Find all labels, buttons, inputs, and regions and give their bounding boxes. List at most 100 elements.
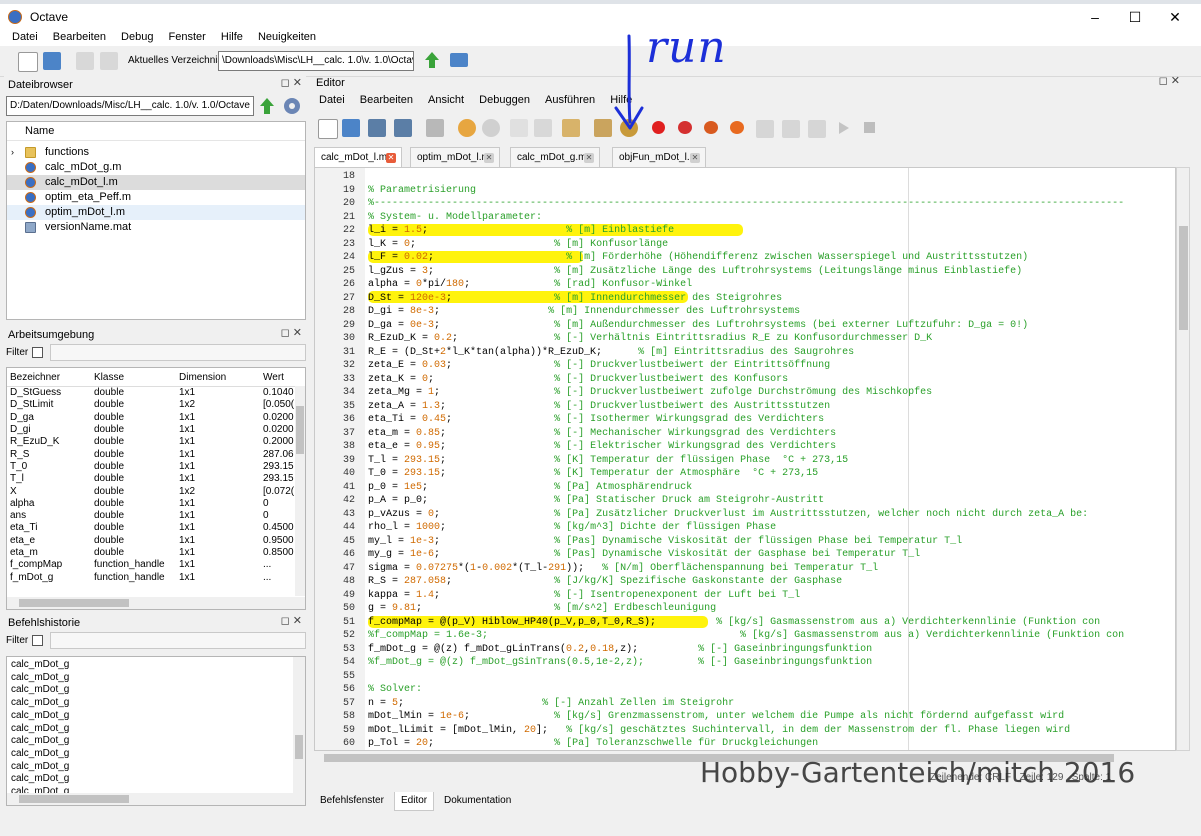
save-as-icon[interactable] <box>394 119 412 137</box>
workspace-row[interactable]: eta_m double 1x1 0.8500 <box>7 547 305 559</box>
open-folder-icon[interactable] <box>43 52 61 70</box>
workspace-row[interactable]: f_mDot_g function_handle 1x1... <box>7 571 305 583</box>
history-item[interactable]: calc_mDot_g <box>7 659 305 672</box>
workspace-row[interactable]: D_StLimit double 1x2 [0.050( <box>7 399 305 411</box>
file-column-header[interactable]: Name <box>7 122 305 141</box>
workspace-hscrollbar[interactable] <box>7 597 305 609</box>
file-item[interactable]: versionName.mat <box>7 220 305 235</box>
file-item[interactable]: › functions <box>7 145 305 160</box>
tab-calc-mdot-g[interactable]: calc_mDot_g.m ✕ <box>510 147 600 167</box>
file-item[interactable]: calc_mDot_l.m <box>7 175 305 190</box>
dock-controls[interactable]: ◻ ✕ <box>281 76 302 89</box>
tab-dokumentation[interactable]: Dokumentation <box>438 792 517 810</box>
history-item[interactable]: calc_mDot_g <box>7 723 305 736</box>
scroll-thumb[interactable] <box>1179 226 1188 330</box>
workspace-row[interactable]: T_0 double 1x1 293.15 <box>7 461 305 473</box>
close-tab-icon[interactable]: ✕ <box>690 153 700 163</box>
history-vscrollbar[interactable] <box>293 657 305 793</box>
paste-icon[interactable] <box>562 119 580 137</box>
editor-menu-bearbeiten[interactable]: Bearbeiten <box>360 91 413 109</box>
history-item[interactable]: calc_mDot_g <box>7 761 305 774</box>
up-arrow-icon[interactable] <box>424 51 440 69</box>
tab-editor[interactable]: Editor <box>394 792 435 811</box>
workspace-row[interactable]: alpha double 1x1 0 <box>7 498 305 510</box>
col-header[interactable]: Dimension <box>176 368 260 387</box>
chevron-right-icon[interactable]: › <box>11 145 14 160</box>
scroll-thumb[interactable] <box>295 735 303 759</box>
tab-befehlsfenster[interactable]: Befehlsfenster <box>314 792 390 810</box>
workspace-row[interactable]: Xdouble 1x2 [0.072( <box>7 485 305 497</box>
menu-datei[interactable]: Datei <box>12 28 38 46</box>
workspace-row[interactable]: R_S double 1x1 287.06 <box>7 448 305 460</box>
edit-icon[interactable] <box>594 119 612 137</box>
file-item[interactable]: calc_mDot_g.m <box>7 160 305 175</box>
history-item[interactable]: calc_mDot_g <box>7 735 305 748</box>
maximize-icon[interactable]: ☐ <box>1115 8 1155 26</box>
editor-menu-debuggen[interactable]: Debuggen <box>479 91 530 109</box>
workspace-row[interactable]: f_compMap function_handle 1x1... <box>7 559 305 571</box>
close-icon[interactable]: ✕ <box>1155 8 1195 26</box>
open-file-icon[interactable] <box>342 119 360 137</box>
close-tab-icon[interactable]: ✕ <box>386 153 396 163</box>
browse-folder-icon[interactable] <box>450 53 468 67</box>
col-header[interactable]: Wert <box>260 368 305 387</box>
workspace-row[interactable]: D_ga double 1x1 0.0200 <box>7 412 305 424</box>
print-icon[interactable] <box>426 119 444 137</box>
new-file-icon[interactable] <box>18 52 38 72</box>
history-filter-input[interactable] <box>50 632 306 649</box>
workspace-filter-checkbox[interactable] <box>32 347 43 358</box>
history-filter-checkbox[interactable] <box>32 635 43 646</box>
cwd-input[interactable]: \Downloads\Misc\LH__calc. 1.0\v. 1.0\Oct… <box>218 51 414 71</box>
history-item[interactable]: calc_mDot_g <box>7 672 305 685</box>
file-item[interactable]: optim_eta_Peff.m <box>7 190 305 205</box>
tab-calc-mdot-l[interactable]: calc_mDot_l.m ✕ <box>314 147 402 168</box>
history-item[interactable]: calc_mDot_g <box>7 697 305 710</box>
editor-vscrollbar[interactable] <box>1176 167 1190 751</box>
file-browser-path-input[interactable]: D:/Daten/Downloads/Misc/LH__calc. 1.0/v.… <box>6 96 254 116</box>
dock-controls[interactable]: ◻ ✕ <box>1159 74 1180 87</box>
undo-icon[interactable] <box>458 119 476 137</box>
new-file-icon[interactable] <box>318 119 338 139</box>
close-tab-icon[interactable]: ✕ <box>584 153 594 163</box>
workspace-row[interactable]: D_gi double 1x1 0.0200 <box>7 424 305 436</box>
dock-controls[interactable]: ◻ ✕ <box>281 614 302 627</box>
dock-controls[interactable]: ◻ ✕ <box>281 326 302 339</box>
editor-menu-ausfuehren[interactable]: Ausführen <box>545 91 595 109</box>
history-item[interactable]: calc_mDot_g <box>7 710 305 723</box>
history-item[interactable]: calc_mDot_g <box>7 684 305 697</box>
col-header[interactable]: Klasse <box>91 368 176 387</box>
minimize-icon[interactable]: – <box>1075 8 1115 26</box>
menu-debug[interactable]: Debug <box>121 28 153 46</box>
scroll-thumb[interactable] <box>19 599 129 607</box>
workspace-row[interactable]: T_l double 1x1 293.15 <box>7 473 305 485</box>
tab-objfun-mdot-l[interactable]: objFun_mDot_l.m ✕ <box>612 147 706 167</box>
col-header[interactable]: Bezeichner <box>7 368 91 387</box>
editor-menu-datei[interactable]: Datei <box>319 91 345 109</box>
scroll-thumb[interactable] <box>19 795 129 803</box>
menu-neuigkeiten[interactable]: Neuigkeiten <box>258 28 316 46</box>
history-item[interactable]: calc_mDot_g <box>7 773 305 786</box>
scroll-thumb[interactable] <box>296 406 304 454</box>
paste-icon[interactable] <box>100 52 118 70</box>
file-item[interactable]: optim_mDot_l.m <box>7 205 305 220</box>
menu-fenster[interactable]: Fenster <box>169 28 206 46</box>
close-tab-icon[interactable]: ✕ <box>484 153 494 163</box>
copy-icon[interactable] <box>76 52 94 70</box>
menu-bearbeiten[interactable]: Bearbeiten <box>53 28 106 46</box>
redo-icon[interactable] <box>482 119 500 137</box>
workspace-row[interactable]: eta_e double 1x1 0.9500 <box>7 535 305 547</box>
tab-optim-mdot-l[interactable]: optim_mDot_l.m ✕ <box>410 147 500 167</box>
workspace-row[interactable]: ans double 1x1 0 <box>7 510 305 522</box>
parent-dir-icon[interactable] <box>259 97 275 115</box>
workspace-row[interactable]: R_EzuD_K double 1x1 0.2000 <box>7 436 305 448</box>
copy-icon[interactable] <box>510 119 528 137</box>
save-icon[interactable] <box>368 119 386 137</box>
history-item[interactable]: calc_mDot_g <box>7 748 305 761</box>
workspace-row[interactable]: D_StGuess double 1x1 0.1040 <box>7 387 305 400</box>
cut-icon[interactable] <box>534 119 552 137</box>
settings-gear-icon[interactable] <box>282 96 302 116</box>
workspace-row[interactable]: eta_Ti double 1x1 0.4500 <box>7 522 305 534</box>
workspace-filter-input[interactable] <box>50 344 306 361</box>
code-editor[interactable]: 18 19 % Parametrisierung 20 %---------------… <box>314 167 1176 751</box>
history-hscrollbar[interactable] <box>7 793 305 805</box>
